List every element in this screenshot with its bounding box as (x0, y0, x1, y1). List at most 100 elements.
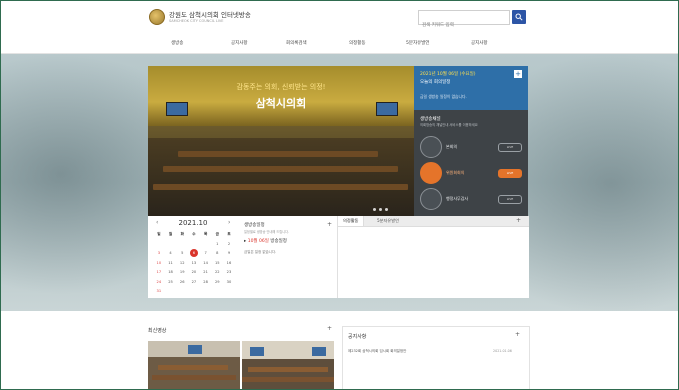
calendar-day[interactable]: 3 (153, 249, 165, 259)
latest-video-title: 최신영상 (148, 328, 167, 334)
live-button[interactable]: LIVE (498, 195, 522, 204)
chamber-desk (163, 166, 398, 172)
calendar-day[interactable]: 21 (200, 268, 212, 278)
calendar-day[interactable]: 9 (223, 249, 235, 259)
calendar-day[interactable]: 28 (200, 278, 212, 288)
slider-dot[interactable] (379, 208, 382, 211)
latest-video-more-button[interactable]: + (327, 325, 332, 332)
plenary-icon (420, 136, 442, 158)
calendar-day[interactable]: 17 (153, 268, 165, 278)
calendar-day[interactable]: 8 (211, 249, 223, 259)
calendar-day (211, 287, 223, 297)
calendar-day[interactable]: 13 (188, 259, 200, 269)
notice-item[interactable]: 제232회 삼척시의회 임시회 회의일정안 (348, 349, 406, 354)
live-button[interactable]: LIVE (498, 169, 522, 178)
calendar-day[interactable]: 26 (176, 278, 188, 288)
committee-icon (420, 162, 442, 184)
notice-more-button[interactable]: + (515, 331, 520, 338)
nav-item-board[interactable]: 공지사항 (471, 40, 488, 46)
channel-plenary[interactable]: 본회의 LIVE (420, 136, 524, 158)
calendar-next-button[interactable]: › (228, 219, 230, 226)
calendar-day[interactable]: 4 (165, 249, 177, 259)
calendar-day[interactable]: 24 (153, 278, 165, 288)
video-thumbnail[interactable] (148, 341, 240, 389)
calendar-day[interactable]: 19 (176, 268, 188, 278)
calendar-day[interactable]: 10 (153, 259, 165, 269)
tabs-more-button[interactable]: + (516, 217, 521, 224)
calendar-day[interactable]: 25 (165, 278, 177, 288)
calendar-day[interactable]: 23 (223, 268, 235, 278)
chamber-screen-left (166, 102, 188, 116)
calendar-day[interactable]: 14 (200, 259, 212, 269)
calendar-day (223, 287, 235, 297)
calendar-day[interactable]: 29 (211, 278, 223, 288)
chamber-screen-right (376, 102, 398, 116)
calendar-day[interactable]: 1 (211, 240, 223, 250)
calendar-day[interactable]: 7 (200, 249, 212, 259)
calendar-weekday: 화 (180, 232, 184, 236)
hero-slogan: 감동주는 의회, 신뢰받는 의정! (236, 83, 326, 91)
activity-tabs: 의정활동 5분자유발언 + (337, 216, 529, 298)
schedule-more-button[interactable]: + (327, 221, 332, 228)
calendar-week-row: 10 11 12 13 14 15 16 (153, 259, 235, 269)
calendar-day[interactable]: 2 (223, 240, 235, 250)
today-more-button[interactable]: + (514, 70, 522, 78)
search-button[interactable] (512, 10, 526, 24)
nav-item-notice[interactable]: 공지사항 (231, 40, 248, 46)
slider-dot[interactable] (385, 208, 388, 211)
calendar-day[interactable]: 20 (188, 268, 200, 278)
calendar-day[interactable]: 11 (165, 259, 177, 269)
tab-activity[interactable]: 의정활동 (338, 216, 365, 226)
site-header: 강원도 삼척시의회 인터넷방송 SAMCHEOK CITY COUNCIL LI… (1, 1, 678, 33)
calendar-day (200, 240, 212, 250)
schedule-event-date: 10월 06일 (247, 239, 269, 244)
calendar-weekday: 목 (203, 232, 208, 236)
slider-pagination[interactable] (373, 208, 388, 211)
chamber-desk (178, 151, 378, 157)
video-thumbnail-image (242, 341, 334, 389)
nav-item-speech[interactable]: 5분자유발언 (406, 40, 430, 46)
live-button[interactable]: LIVE (498, 143, 522, 152)
search-input[interactable] (419, 20, 511, 31)
logo-subtitle: SAMCHEOK CITY COUNCIL LIVE (169, 18, 224, 23)
calendar-day (176, 240, 188, 250)
live-side-panel: 2021년 10월 06일 (수요일) 오늘의 회의일정 금일 생방송 일정이 … (414, 66, 528, 216)
calendar-day-today[interactable]: 6 (188, 249, 200, 259)
tab-speech[interactable]: 5분자유발언 (372, 216, 404, 226)
calendar-week-row: 31 (153, 287, 235, 297)
calendar-day[interactable]: 18 (165, 268, 177, 278)
nav-item-live[interactable]: 생방송 (171, 40, 183, 46)
nav-item-minutes[interactable]: 회의록검색 (286, 40, 307, 46)
calendar-day[interactable]: 12 (176, 259, 188, 269)
today-date: 2021년 10월 06일 (수요일) (420, 72, 476, 77)
council-photo-slider[interactable]: 감동주는 의회, 신뢰받는 의정! 삼척시의회 (148, 66, 414, 216)
channel-committee[interactable]: 위원회회의 LIVE (420, 162, 524, 184)
calendar-day[interactable]: 30 (223, 278, 235, 288)
calendar-day (188, 240, 200, 250)
calendar-day[interactable]: 31 (153, 287, 165, 297)
calendar-weekday: 월 (168, 232, 173, 236)
browser-frame: 강원도 삼척시의회 인터넷방송 SAMCHEOK CITY COUNCIL LI… (0, 0, 679, 390)
slider-dot[interactable] (373, 208, 376, 211)
calendar-week-row: 17 18 19 20 21 22 23 (153, 268, 235, 278)
logo-title: 강원도 삼척시의회 인터넷방송 (169, 10, 251, 19)
video-thumbnail[interactable] (242, 341, 334, 389)
site-logo[interactable]: 강원도 삼척시의회 인터넷방송 SAMCHEOK CITY COUNCIL LI… (149, 9, 251, 25)
video-thumbnail-image (148, 341, 240, 389)
notice-date: 2021.01.06 (493, 349, 512, 353)
schedule-event[interactable]: ▸ 10월 06일 방송일정 (244, 238, 287, 244)
nav-item-activity[interactable]: 의정활동 (349, 40, 366, 46)
today-schedule-label: 오늘의 회의일정 (420, 80, 451, 85)
channel-audit[interactable]: 행정사무감사 LIVE (420, 188, 524, 210)
calendar-day[interactable]: 22 (211, 268, 223, 278)
calendar-day[interactable]: 16 (223, 259, 235, 269)
schedule-event-label: 방송일정 (270, 239, 287, 244)
main-navigation: 생방송 공지사항 회의록검색 의정활동 5분자유발언 공지사항 (1, 35, 678, 54)
channel-label: 위원회회의 (446, 170, 465, 175)
calendar-day[interactable]: 15 (211, 259, 223, 269)
calendar-weekday: 일 (157, 232, 161, 236)
calendar-day[interactable]: 5 (176, 249, 188, 259)
schedule-title: 생방송일정 (244, 223, 265, 228)
calendar-weekday: 수 (192, 232, 196, 236)
calendar-day[interactable]: 27 (188, 278, 200, 288)
